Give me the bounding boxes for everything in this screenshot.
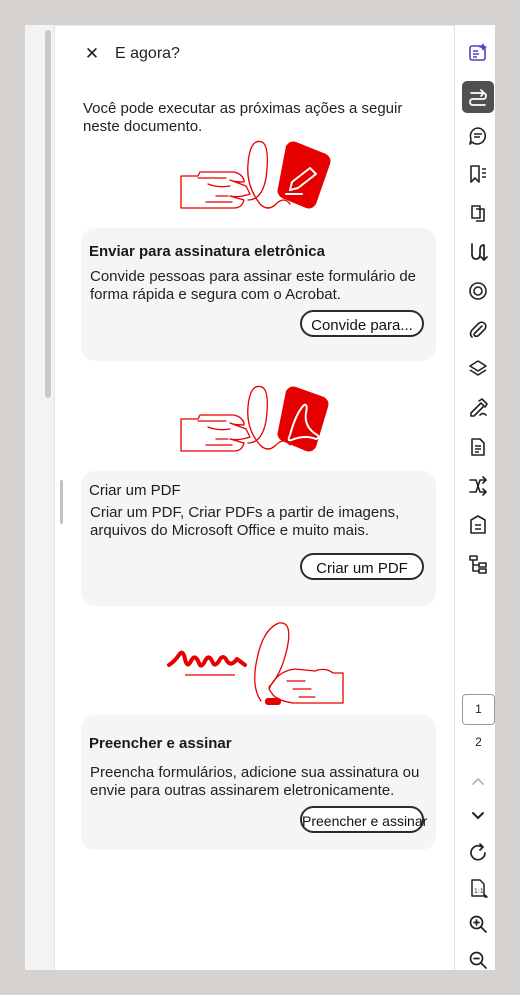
hand-signature-stamp-icon [167, 622, 344, 705]
card-fill-and-sign: Preencher e assinar Preencha formulários… [81, 715, 436, 850]
zoom-in-icon[interactable] [462, 908, 494, 940]
create-pdf-button[interactable]: Criar um PDF [300, 553, 424, 580]
pages-icon[interactable] [462, 197, 494, 229]
card-title: Preencher e assinar [89, 735, 232, 752]
panel-title: E agora? [115, 45, 180, 62]
card-title: Enviar para assinatura eletrônica [89, 243, 325, 260]
comment-icon[interactable] [462, 120, 494, 152]
content-tree-icon[interactable] [462, 548, 494, 580]
accessibility-icon[interactable] [462, 509, 494, 541]
card-description: Preencha formulários, adicione sua assin… [90, 764, 420, 799]
zoom-out-icon[interactable] [462, 944, 494, 970]
ai-assistant-icon[interactable] [462, 37, 494, 69]
svg-text:1:1: 1:1 [474, 888, 484, 895]
layers-icon[interactable] [462, 353, 494, 385]
right-tool-rail: 1 2 1:1 [454, 25, 495, 970]
hand-pen-signature-icon [180, 140, 331, 209]
actual-size-icon[interactable]: 1:1 [462, 872, 494, 904]
rotate-icon[interactable] [462, 837, 494, 869]
bookmarks-icon[interactable] [462, 158, 494, 190]
fill-sign-icon[interactable] [462, 392, 494, 424]
card-description: Convide pessoas para assinar este formul… [90, 268, 417, 303]
page-down-icon[interactable] [462, 799, 494, 831]
edit-text-icon[interactable] [462, 81, 494, 113]
combine-icon[interactable] [462, 236, 494, 268]
what-next-panel: ✕ E agora? Você pode executar as próxima… [55, 25, 454, 970]
card-title: Criar um PDF [89, 482, 181, 499]
acrobat-window: ✕ E agora? Você pode executar as próxima… [25, 25, 495, 970]
redact-icon[interactable] [462, 470, 494, 502]
current-page-field[interactable]: 1 [462, 694, 495, 725]
document-gutter [25, 25, 55, 970]
page-up-icon[interactable] [462, 765, 494, 797]
close-icon[interactable]: ✕ [82, 44, 102, 64]
document-icon[interactable] [462, 431, 494, 463]
card-create-pdf: Criar um PDF Criar um PDF, Criar PDFs a … [81, 471, 436, 606]
panel-intro: Você pode executar as próximas ações a s… [83, 100, 403, 135]
card-send-for-signature: Enviar para assinatura eletrônica Convid… [81, 228, 436, 361]
attachment-icon[interactable] [462, 314, 494, 346]
card-description: Criar um PDF, Criar PDFs a partir de ima… [90, 504, 400, 539]
fill-and-sign-button[interactable]: Preencher e assinar [300, 806, 427, 833]
document-scrollbar[interactable] [45, 30, 51, 398]
invite-button[interactable]: Convide para... [300, 310, 424, 337]
hand-acrobat-pdf-icon [180, 385, 329, 452]
stamp-icon[interactable] [462, 275, 494, 307]
next-page-number[interactable]: 2 [462, 735, 495, 749]
